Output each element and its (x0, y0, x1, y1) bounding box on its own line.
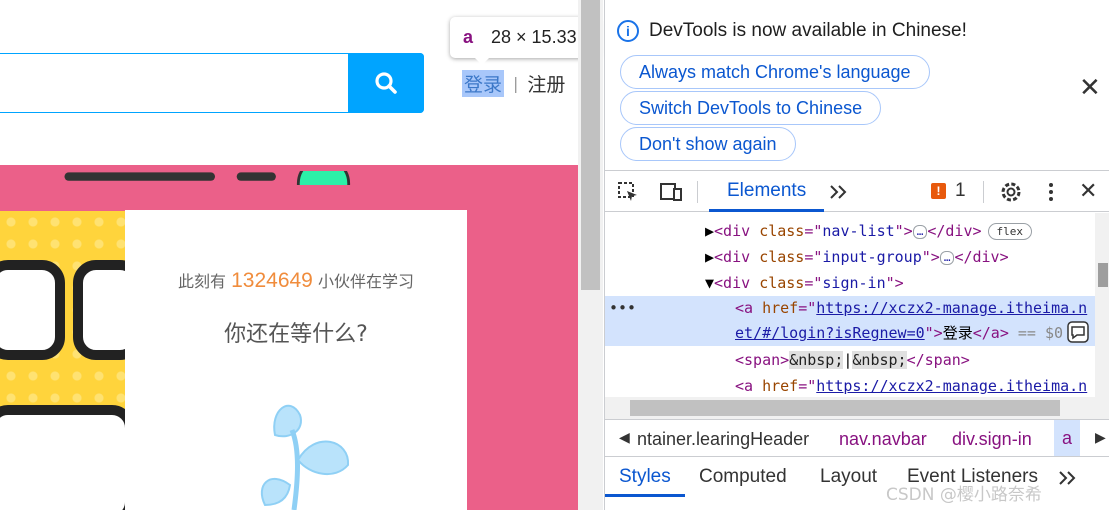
more-options-icon[interactable] (1047, 181, 1055, 203)
info-icon: i (617, 20, 639, 42)
dom-tree: ▶<div class="nav-list">… </div> flex ▶<div… (605, 213, 1095, 397)
flex-badge[interactable]: flex (987, 223, 1033, 240)
issues-icon[interactable]: ! (931, 183, 946, 199)
dom-tree-vertical-scrollbar-thumb[interactable] (1098, 263, 1108, 287)
breadcrumb-item[interactable]: ntainer.learingHeader (637, 429, 809, 450)
tooltip-tag: a (463, 27, 474, 47)
watermark: CSDN @樱小路奈希 (886, 485, 1042, 505)
tooltip-size: 28 × 15.33 (491, 27, 577, 47)
notice-message: DevTools is now available in Chinese! (649, 20, 967, 41)
close-notice-icon[interactable]: ✕ (1079, 72, 1101, 103)
breadcrumb-item[interactable]: nav.navbar (839, 429, 927, 450)
always-match-language-button[interactable]: Always match Chrome's language (620, 55, 930, 89)
dom-node-nav-list[interactable]: ▶<div class="nav-list">… </div> flex (605, 218, 1095, 244)
switch-to-chinese-button[interactable]: Switch DevTools to Chinese (620, 91, 882, 125)
dom-node-span[interactable]: <span>&nbsp;|&nbsp;</span> (605, 347, 1095, 373)
toolbar-separator (983, 181, 984, 203)
devtools-toolbar: Elements ! 1 ✕ (605, 170, 1109, 212)
page-scrollbar[interactable] (578, 0, 603, 510)
banner-question: 你还在等什么? (224, 322, 368, 347)
dom-node-input-group[interactable]: ▶<div class="input-group">… </div> (605, 244, 1095, 270)
dom-node-register-a[interactable]: <a href="https://xczx2-manage.itheima.n (605, 373, 1095, 397)
count-prefix: 此刻有 (178, 272, 227, 291)
search-icon (375, 72, 397, 94)
tab-layout[interactable]: Layout (820, 466, 877, 488)
dom-node-selected-a[interactable]: ••• <a href="https://xczx2-manage.itheim… (605, 296, 1095, 346)
page-viewport: 登录 | 注册 此刻有 1324649 小伙伴在学习 你还在等什么? (0, 0, 578, 510)
more-tabs-icon[interactable] (828, 184, 848, 200)
devtools-panel: i DevTools is now available in Chinese! … (604, 0, 1109, 510)
dom-tree-horizontal-scrollbar[interactable] (605, 397, 1109, 419)
toolbar-separator (697, 181, 698, 203)
inspect-element-icon[interactable] (617, 181, 639, 203)
dont-show-again-button[interactable]: Don't show again (620, 127, 796, 161)
settings-gear-icon[interactable] (999, 180, 1023, 204)
ai-assist-icon[interactable] (1067, 321, 1089, 343)
breadcrumb: ◀ ntainer.learingHeader nav.navbar div.s… (605, 419, 1109, 457)
breadcrumb-scroll-left-icon[interactable]: ◀ (619, 429, 630, 446)
page-scrollbar-thumb[interactable] (581, 0, 600, 290)
banner-letters (0, 260, 125, 510)
breadcrumb-item-current[interactable]: a (1054, 420, 1081, 456)
issues-count[interactable]: 1 (955, 180, 966, 202)
node-actions-ellipsis[interactable]: ••• (609, 296, 636, 321)
breadcrumb-item[interactable]: div.sign-in (952, 429, 1032, 450)
device-toolbar-icon[interactable] (659, 181, 683, 203)
plant-illustration (260, 404, 350, 510)
breadcrumb-scroll-right-icon[interactable]: ▶ (1095, 429, 1106, 446)
register-link[interactable]: 注册 (527, 70, 565, 97)
learner-count: 1324649 (231, 269, 313, 292)
banner-decoration (64, 171, 351, 185)
collapsed-ellipsis[interactable]: … (939, 250, 955, 265)
more-subtabs-icon[interactable] (1057, 470, 1077, 486)
tab-styles[interactable]: Styles (605, 457, 685, 497)
close-devtools-icon[interactable]: ✕ (1079, 178, 1097, 204)
learner-count-text: 此刻有 1324649 小伙伴在学习 (125, 268, 467, 293)
language-notice: i DevTools is now available in Chinese! … (605, 0, 1109, 170)
banner: 此刻有 1324649 小伙伴在学习 你还在等什么? (0, 165, 578, 510)
banner-card: 此刻有 1324649 小伙伴在学习 你还在等什么? (125, 210, 467, 510)
dom-tree-horizontal-scrollbar-thumb[interactable] (630, 400, 1060, 416)
link-separator: | (513, 74, 519, 93)
dom-node-sign-in[interactable]: ▼<div class="sign-in"> (605, 270, 1095, 296)
search-button[interactable] (348, 53, 424, 113)
count-suffix: 小伙伴在学习 (317, 272, 414, 291)
tooltip-arrow (475, 58, 489, 65)
sign-in-links: 登录 | 注册 (462, 70, 565, 97)
dom-tree-vertical-scrollbar[interactable] (1095, 213, 1109, 397)
collapsed-ellipsis[interactable]: … (912, 224, 928, 239)
tab-computed[interactable]: Computed (699, 466, 787, 488)
tab-elements[interactable]: Elements (709, 171, 825, 212)
login-link[interactable]: 登录 (462, 70, 505, 97)
